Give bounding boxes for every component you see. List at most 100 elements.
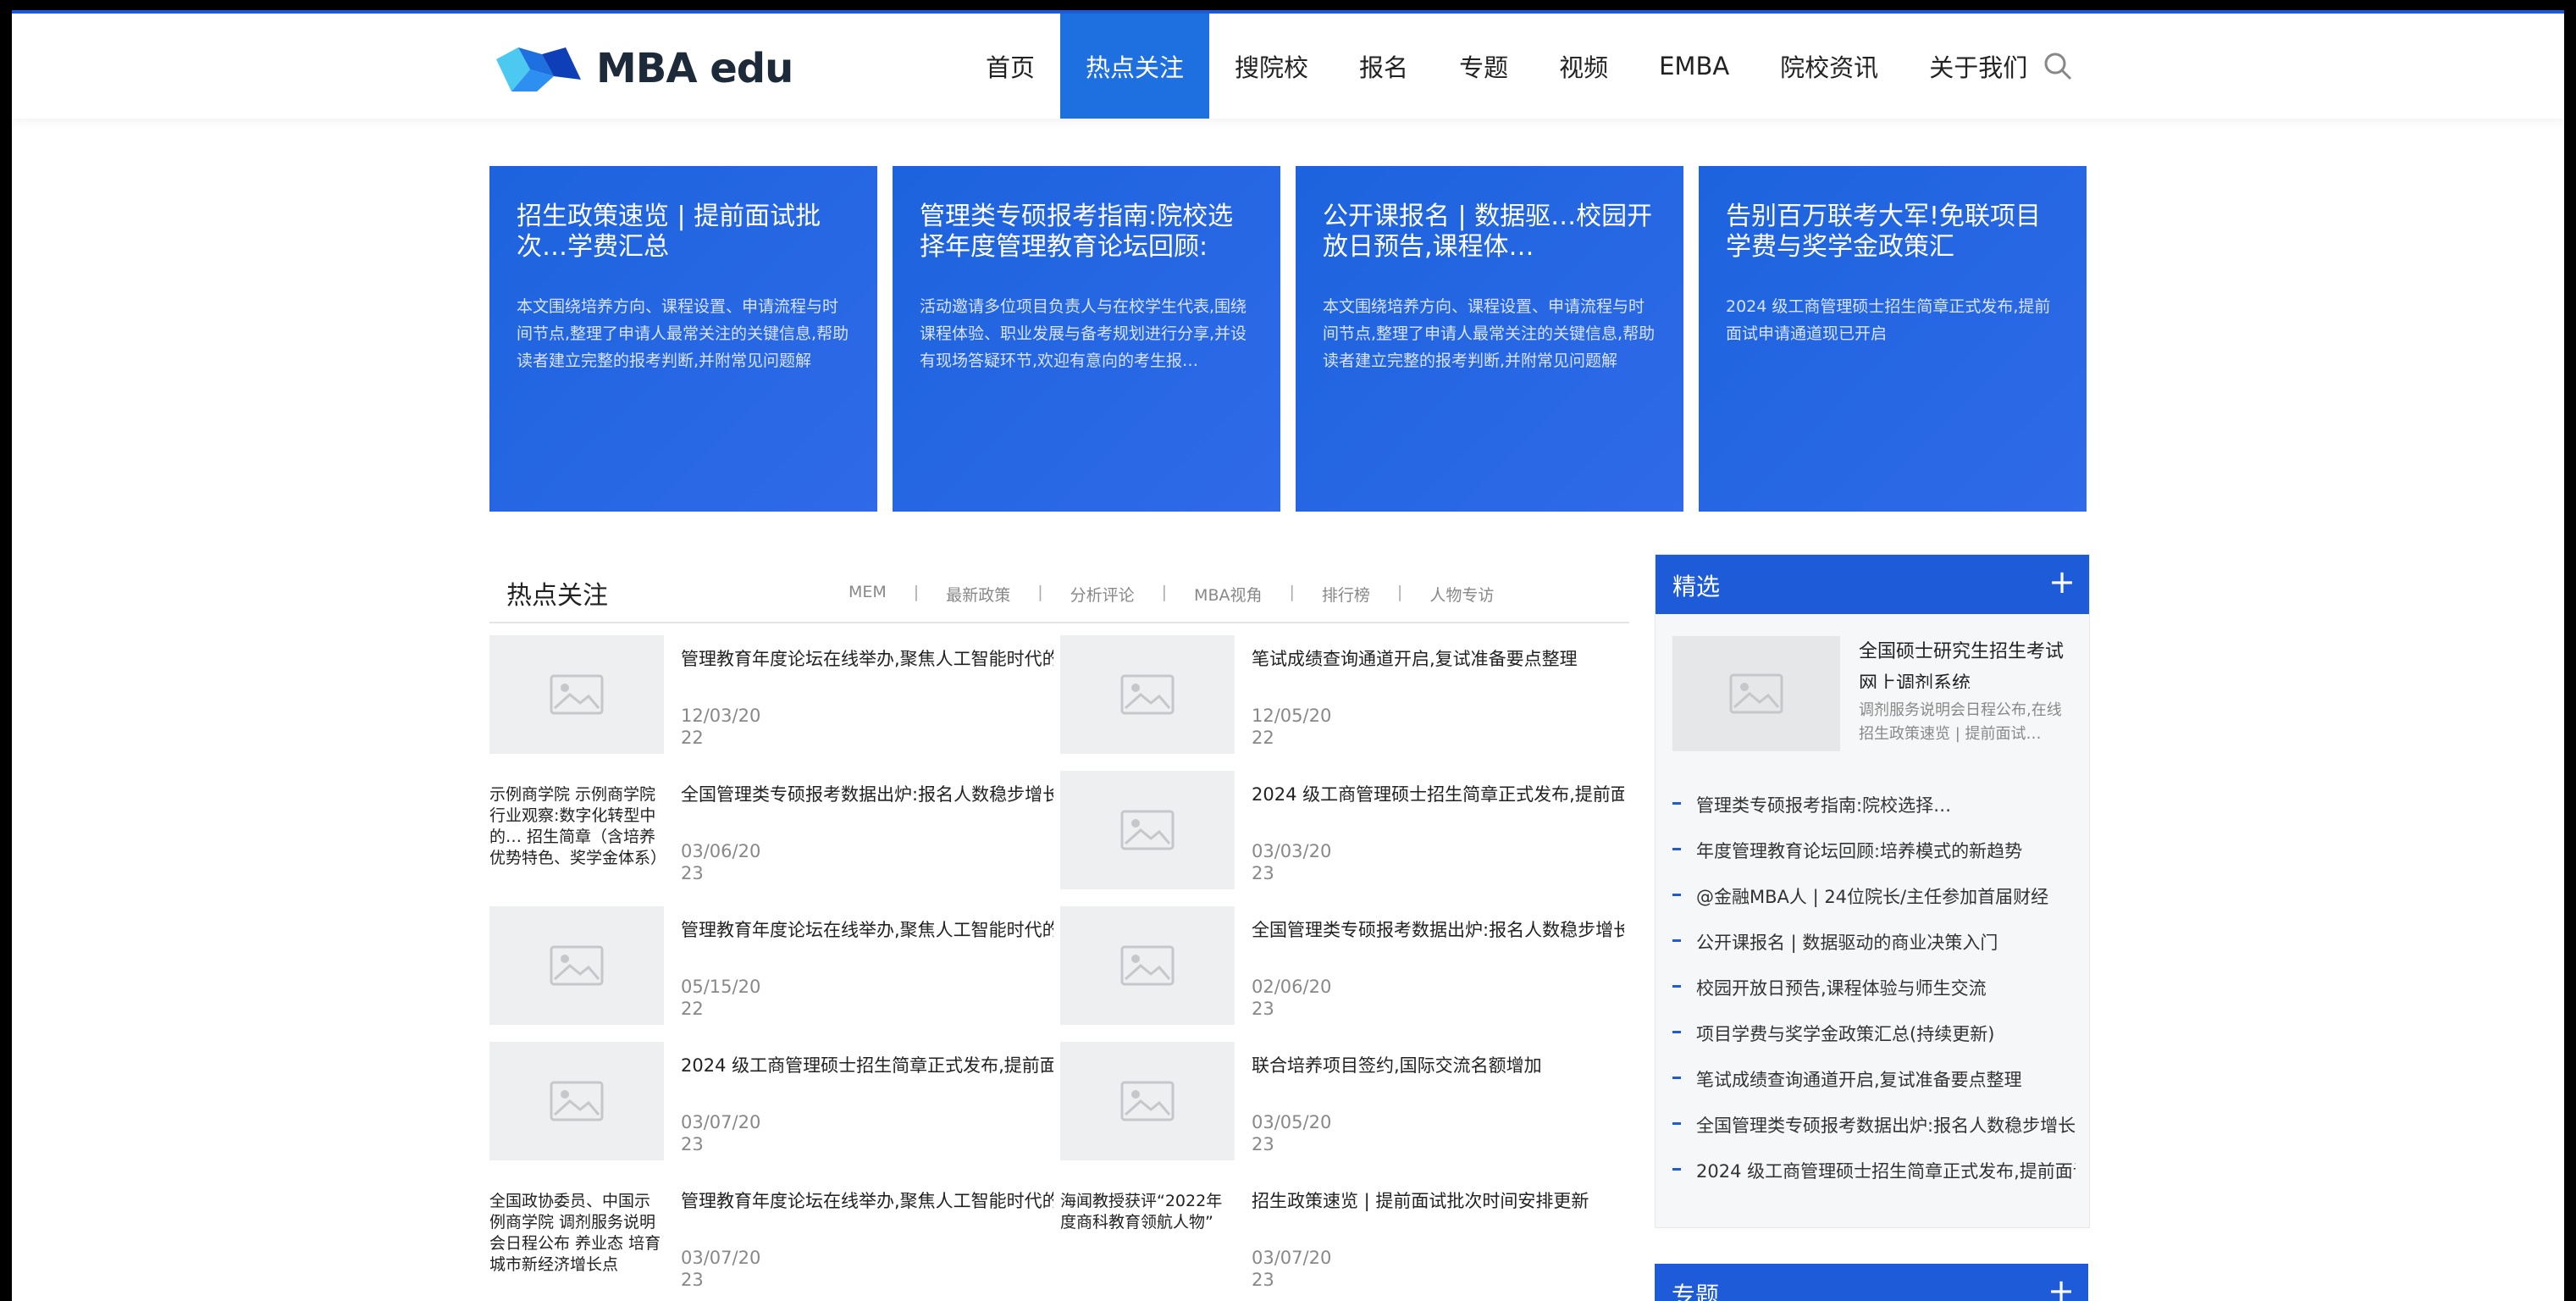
list-item[interactable]: 管理类专硕报考指南:院校选择… — [1672, 789, 2076, 834]
news-item-date: 03/06/2023 — [681, 841, 761, 883]
bullet-dash-icon — [1672, 1031, 1681, 1033]
site-logo[interactable]: MBA edu — [493, 39, 793, 98]
nav-schools[interactable]: 搜院校 — [1209, 14, 1334, 119]
list-item[interactable]: 笔试成绩查询通道开启,复试准备要点整理 — [1672, 1063, 2076, 1109]
news-item-date: 02/06/2023 — [1252, 977, 1332, 1019]
news-item[interactable]: 示例商学院 示例商学院 行业观察:数字化转型中的… 招生简章（含培养优势特色、奖… — [489, 771, 1059, 896]
nav-video[interactable]: 视频 — [1534, 14, 1633, 119]
list-item-text: 2024 级工商管理硕士招生简章正式发布,提前面试 — [1696, 1161, 2076, 1182]
logo-mark-icon — [496, 47, 581, 91]
news-item[interactable]: 管理教育年度论坛在线举办,聚焦人工智能时代的 05/15/2022 — [489, 906, 1059, 1032]
news-item[interactable]: 海闻教授获评“2022年度商科教育领航人物” 招生政策速览 | 提前面试批次时间… — [1060, 1177, 1629, 1301]
hot-tab[interactable]: MBA视角 — [1194, 583, 1262, 606]
tab-divider: | — [1161, 583, 1168, 601]
list-item-text: 笔试成绩查询通道开启,复试准备要点整理 — [1696, 1070, 2022, 1090]
news-item-title: 全国管理类专硕报考数据出炉:报名人数稳步增长 — [681, 784, 1053, 805]
news-item[interactable]: 2024 级工商管理硕士招生简章正式发布,提前面试 03/03/2023 — [1060, 771, 1629, 896]
hot-tab[interactable]: 人物专访 — [1429, 583, 1494, 606]
list-item[interactable]: 全国管理类专硕报考数据出炉:报名人数稳步增长… — [1672, 1109, 2076, 1154]
list-item-text: 管理类专硕报考指南:院校选择… — [1696, 795, 1952, 816]
plus-icon[interactable]: + — [2048, 1272, 2075, 1301]
nav-register[interactable]: 报名 — [1334, 14, 1434, 119]
image-placeholder-icon — [489, 906, 664, 1025]
image-placeholder-icon — [1060, 1042, 1235, 1160]
hot-tab[interactable]: MEM — [849, 583, 887, 606]
banner-card-title: 公开课报名 | 数据驱…校园开放日预告,课程体… — [1323, 202, 1653, 262]
hot-tab[interactable]: 最新政策 — [946, 583, 1010, 606]
bullet-dash-icon — [1672, 894, 1681, 896]
sidebar-header: 精选 + — [1656, 555, 2089, 614]
nav-school-news[interactable]: 院校资讯 — [1755, 14, 1904, 119]
image-placeholder-icon — [489, 1042, 664, 1160]
news-item-title: 2024 级工商管理硕士招生简章正式发布,提前面试 — [1252, 784, 1624, 805]
banner-card[interactable]: 公开课报名 | 数据驱…校园开放日预告,课程体… 本文围绕培养方向、课程设置、申… — [1296, 166, 1683, 512]
main-nav: 首页 热点关注 搜院校 报名 专题 视频 EMBA 院校资讯 关于我们 — [960, 14, 2053, 119]
banner-card-desc: 2024 级工商管理硕士招生简章正式发布,提前面试申请通道现已开启 — [1726, 297, 2051, 343]
plus-icon[interactable]: + — [2048, 563, 2076, 601]
hot-section-title: 热点关注 — [506, 581, 608, 611]
page: MBA edu 首页 热点关注 搜院校 报名 专题 视频 EMBA 院校资讯 关… — [12, 10, 2564, 1301]
hot-section-header: 热点关注 MEM | 最新政策 | 分析评论 | MBA视角 | 排行榜 | 人物专访 — [489, 562, 1629, 623]
nav-home[interactable]: 首页 — [960, 14, 1060, 119]
news-item-title: 联合培养项目签约,国际交流名额增加 — [1252, 1055, 1542, 1076]
banner-cards: 招生政策速览 | 提前面试批次…学费汇总 本文围绕培养方向、课程设置、申请流程与… — [489, 166, 2088, 512]
tab-divider: | — [1037, 583, 1043, 601]
hot-tab[interactable]: 排行榜 — [1322, 583, 1370, 606]
news-item-date: 03/07/2023 — [681, 1248, 761, 1290]
banner-card-desc: 本文围绕培养方向、课程设置、申请流程与时间节点,整理了申请人最常关注的关键信息,… — [1323, 297, 1656, 370]
search-icon[interactable] — [2043, 51, 2073, 81]
nav-topics[interactable]: 专题 — [1434, 14, 1534, 119]
banner-card-desc: 本文围绕培养方向、课程设置、申请流程与时间节点,整理了申请人最常关注的关键信息,… — [517, 297, 849, 370]
list-item[interactable]: 项目学费与奖学金政策汇总(持续更新) — [1672, 1017, 2076, 1063]
news-item[interactable]: 全国政协委员、中国示例商学院 调剂服务说明会日程公布 养业态 培育城市新经济增长… — [489, 1177, 1059, 1301]
image-placeholder-icon — [489, 635, 664, 754]
banner-card-desc: 活动邀请多位项目负责人与在校学生代表,围绕课程体验、职业发展与备考规划进行分享,… — [920, 297, 1247, 370]
nav-about[interactable]: 关于我们 — [1904, 14, 2053, 119]
news-item[interactable]: 笔试成绩查询通道开启,复试准备要点整理 12/05/2022 — [1060, 635, 1629, 761]
banner-card[interactable]: 告别百万联考大军!免联项目学费与奖学金政策汇 2024 级工商管理硕士招生简章正… — [1699, 166, 2087, 512]
news-item-date: 12/05/2022 — [1252, 706, 1332, 748]
topics-sidebar-header: 专题 + — [1655, 1264, 2088, 1301]
sidebar-title: 精选 — [1672, 573, 1721, 601]
news-item-title: 招生政策速览 | 提前面试批次时间安排更新 — [1252, 1191, 1589, 1211]
bullet-dash-icon — [1672, 985, 1681, 988]
nav-hot[interactable]: 热点关注 — [1060, 14, 1210, 119]
site-header: MBA edu 首页 热点关注 搜院校 报名 专题 视频 EMBA 院校资讯 关… — [12, 14, 2564, 119]
news-item-date: 05/15/2022 — [681, 977, 761, 1019]
bullet-dash-icon — [1672, 1168, 1681, 1171]
tab-divider: | — [913, 583, 920, 601]
news-item[interactable]: 全国管理类专硕报考数据出炉:报名人数稳步增长 02/06/2023 — [1060, 906, 1629, 1032]
banner-card-title: 管理类专硕报考指南:院校选择年度管理教育论坛回顾: — [920, 202, 1234, 262]
list-item[interactable]: 2024 级工商管理硕士招生简章正式发布,提前面试 — [1672, 1154, 2076, 1200]
news-item-date: 03/05/2023 — [1252, 1112, 1332, 1154]
image-placeholder-icon — [1060, 635, 1235, 754]
news-item-title: 管理教育年度论坛在线举办,聚焦人工智能时代的 — [681, 920, 1053, 940]
list-item-text: @金融MBA人 | 24位院长/主任参加首届财经 — [1696, 887, 2049, 907]
banner-card-title: 招生政策速览 | 提前面试批次…学费汇总 — [517, 202, 821, 262]
bullet-dash-icon — [1672, 848, 1681, 850]
nav-emba[interactable]: EMBA — [1633, 14, 1755, 119]
news-item-tag: 全国政协委员、中国示例商学院 调剂服务说明会日程公布 养业态 培育城市新经济增长… — [489, 1192, 661, 1274]
hot-tabs: MEM | 最新政策 | 分析评论 | MBA视角 | 排行榜 | 人物专访 — [849, 583, 1494, 606]
list-item[interactable]: @金融MBA人 | 24位院长/主任参加首届财经 — [1672, 880, 2076, 926]
news-item[interactable]: 联合培养项目签约,国际交流名额增加 03/05/2023 — [1060, 1042, 1629, 1167]
list-item-text: 年度管理教育论坛回顾:培养模式的新趋势 — [1696, 841, 2023, 861]
news-item[interactable]: 管理教育年度论坛在线举办,聚焦人工智能时代的 12/03/2022 — [489, 635, 1059, 761]
bullet-dash-icon — [1672, 939, 1681, 942]
bullet-dash-icon — [1672, 1122, 1681, 1125]
news-item-title: 笔试成绩查询通道开启,复试准备要点整理 — [1252, 649, 1578, 669]
list-item[interactable]: 校园开放日预告,课程体验与师生交流 — [1672, 972, 2076, 1017]
news-item-date: 03/03/2023 — [1252, 841, 1332, 883]
banner-card[interactable]: 招生政策速览 | 提前面试批次…学费汇总 本文围绕培养方向、课程设置、申请流程与… — [489, 166, 877, 512]
hot-tab[interactable]: 分析评论 — [1070, 583, 1135, 606]
news-item-title: 全国管理类专硕报考数据出炉:报名人数稳步增长 — [1252, 920, 1624, 940]
sidebar-feature-title[interactable]: 全国硕士研究生招生考试网上调剂系统 — [1859, 636, 2076, 689]
list-item[interactable]: 公开课报名 | 数据驱动的商业决策入门 — [1672, 926, 2076, 972]
sidebar-list: 管理类专硕报考指南:院校选择… 年度管理教育论坛回顾:培养模式的新趋势 @金融M… — [1672, 789, 2076, 1200]
image-placeholder-icon — [1060, 906, 1235, 1025]
news-item-date: 03/07/2023 — [681, 1112, 761, 1154]
banner-card[interactable]: 管理类专硕报考指南:院校选择年度管理教育论坛回顾: 活动邀请多位项目负责人与在校… — [893, 166, 1280, 512]
list-item[interactable]: 年度管理教育论坛回顾:培养模式的新趋势 — [1672, 834, 2076, 880]
news-item[interactable]: 2024 级工商管理硕士招生简章正式发布,提前面试 03/07/2023 — [489, 1042, 1059, 1167]
logo-text: MBA edu — [596, 45, 793, 92]
